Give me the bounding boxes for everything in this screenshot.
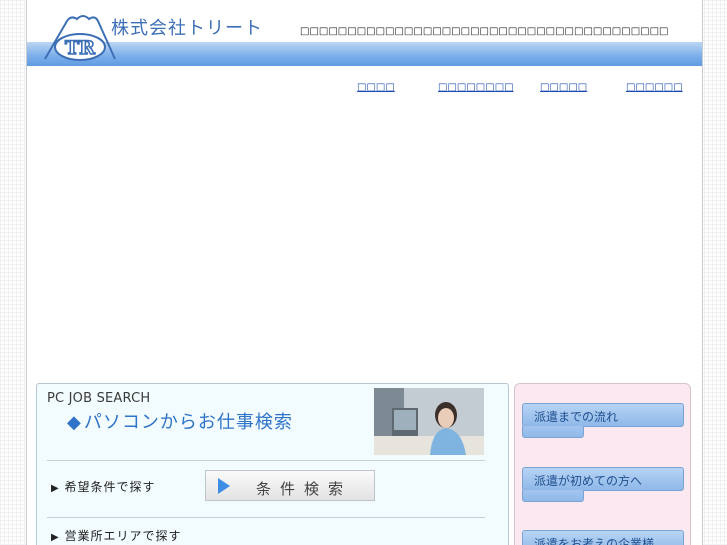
logo-text: TR [65, 37, 95, 59]
header-tagline: □□□□□□□□□□□□□□□□□□□□□□□□□□□□□□□□□□□□□□□ [300, 26, 669, 37]
subtitle-text: パソコンからお仕事検索 [83, 412, 293, 433]
nav-link-1[interactable]: □□□□ [357, 82, 395, 93]
condition-search-button[interactable]: 条件検索 [205, 470, 375, 501]
nav-link-2[interactable]: □□□□□□□□ [438, 82, 514, 93]
pc-job-search-title: PC JOB SEARCH [47, 391, 151, 406]
side-button-label: 派遣までの流れ [534, 410, 619, 424]
header-blue-band [27, 42, 702, 66]
arrow-right-icon: ▶ [51, 483, 60, 494]
diamond-icon: ◆ [67, 412, 82, 433]
side-button-tab [522, 490, 584, 502]
divider-bottom [47, 517, 485, 518]
side-button-dispatch-flow[interactable]: 派遣までの流れ [522, 403, 684, 438]
divider-top [47, 460, 485, 461]
nav-link-3[interactable]: □□□□□ [540, 82, 587, 93]
photo-illustration [374, 388, 484, 455]
woman-at-computer-photo [374, 388, 484, 455]
area-search-text: 営業所エリアで探す [64, 529, 182, 543]
nav-link-4[interactable]: □□□□□□ [626, 82, 683, 93]
company-name: 株式会社トリート [111, 18, 263, 39]
condition-search-text: 希望条件で探す [64, 480, 156, 494]
side-button-label: 派遣をお考えの企業様 [534, 537, 655, 545]
company-logo[interactable]: TR [43, 9, 117, 63]
side-button-first-time[interactable]: 派遣が初めての方へ [522, 467, 684, 502]
site-header: TR 株式会社トリート □□□□□□□□□□□□□□□□□□□□□□□□□□□□… [27, 0, 702, 66]
pc-job-search-subtitle: ◆ パソコンからお仕事検索 [67, 408, 293, 434]
job-search-panel: PC JOB SEARCH ◆パソコンからお仕事検索 ▶ 希望条件で探す 条件 [36, 383, 509, 545]
side-button-companies[interactable]: 派遣をお考えの企業様 [522, 530, 684, 545]
side-button-tab [522, 426, 584, 438]
arrow-right-icon: ▶ [51, 532, 60, 543]
page-container: TR 株式会社トリート □□□□□□□□□□□□□□□□□□□□□□□□□□□□… [26, 0, 703, 545]
side-button-label: 派遣が初めての方へ [534, 474, 643, 488]
condition-search-button-label: 条件検索 [256, 480, 353, 498]
play-arrow-icon [218, 478, 230, 494]
condition-search-label: ▶ 希望条件で探す [51, 478, 156, 495]
area-search-label[interactable]: ▶ 営業所エリアで探す [51, 527, 182, 544]
side-menu-panel: 派遣までの流れ 派遣が初めての方へ 派遣をお考えの企業様 [514, 383, 691, 545]
